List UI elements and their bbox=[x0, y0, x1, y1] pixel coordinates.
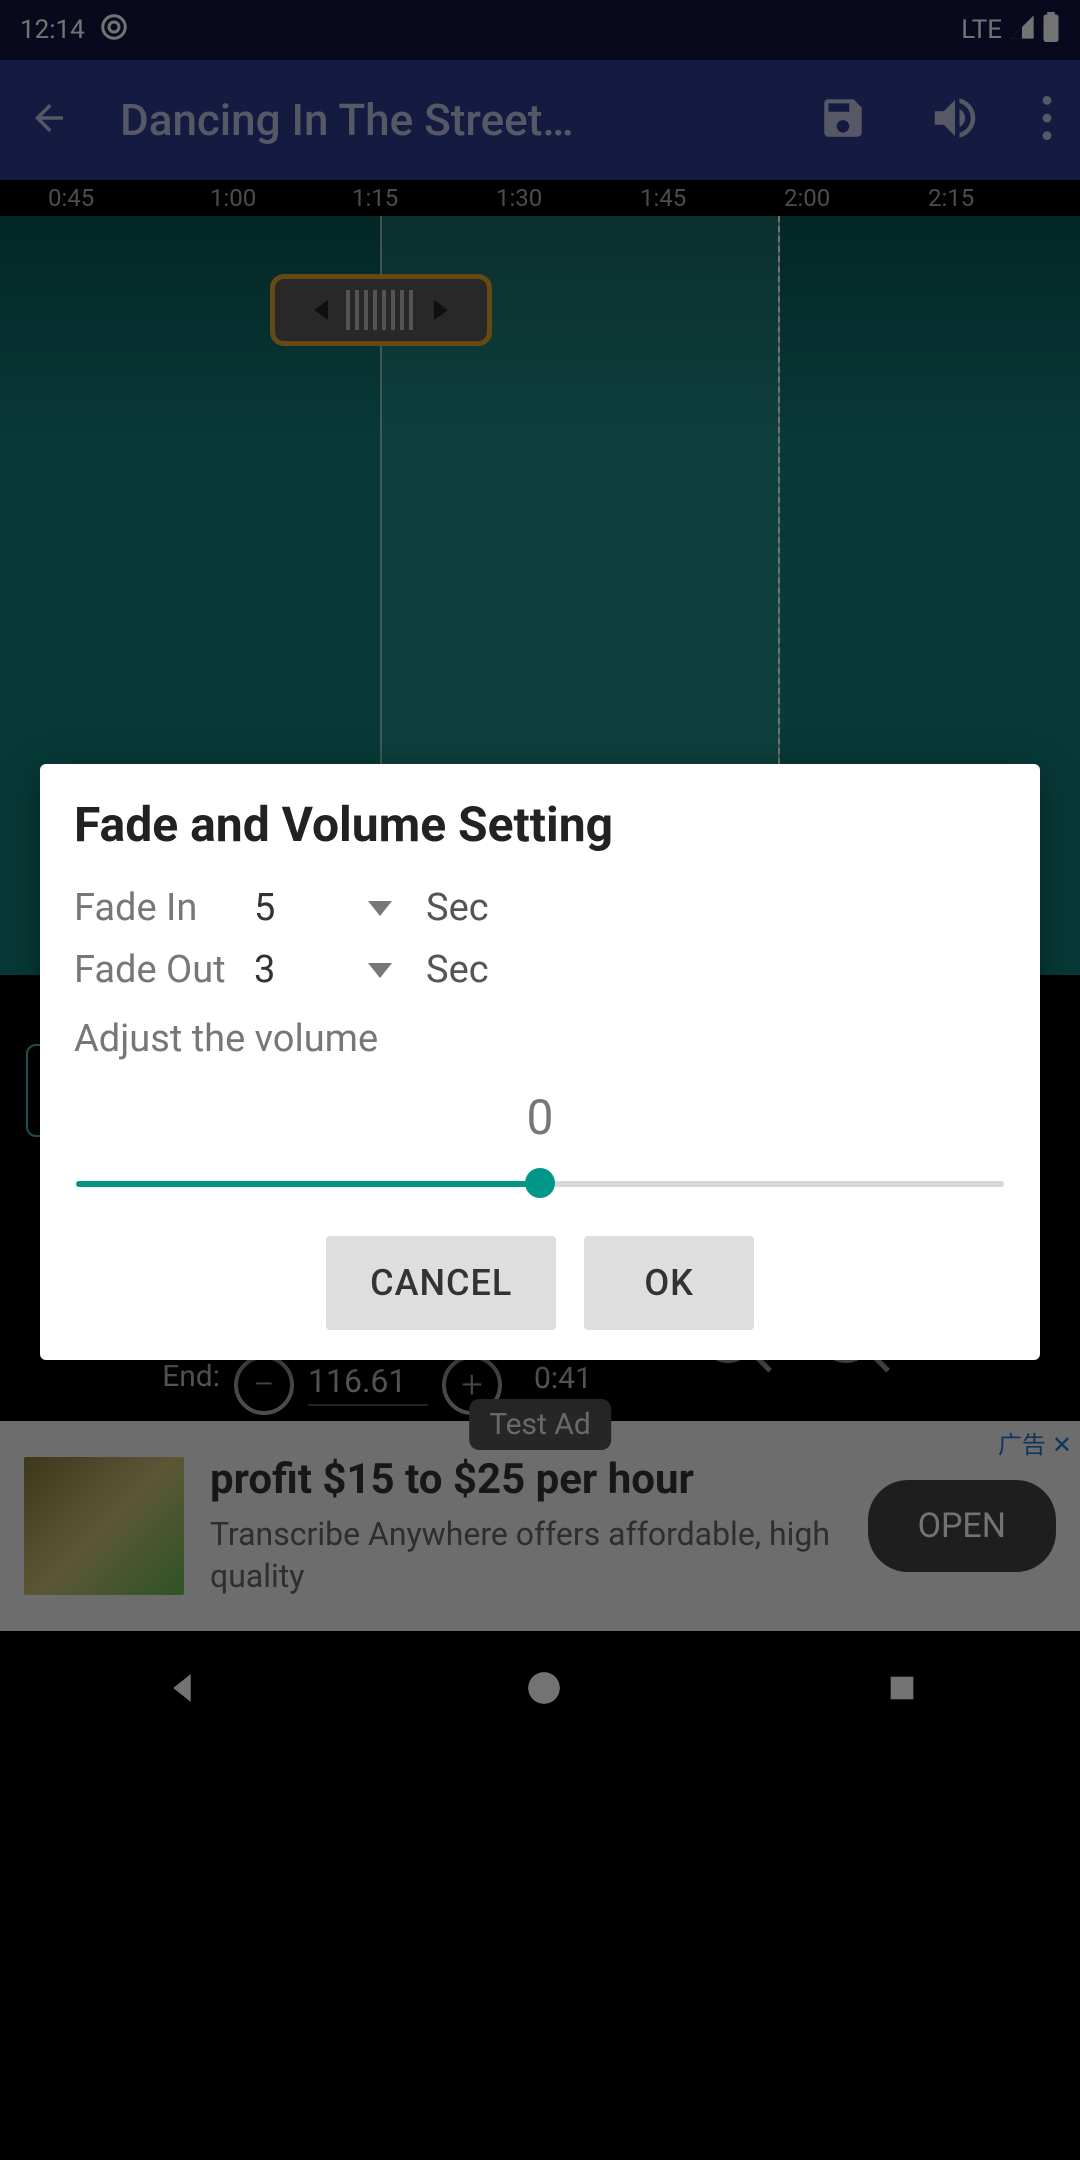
adjust-volume-label: Adjust the volume bbox=[74, 1017, 1006, 1061]
volume-value: 0 bbox=[74, 1089, 1006, 1146]
fade-out-label: Fade Out bbox=[74, 948, 254, 992]
fade-in-label: Fade In bbox=[74, 886, 254, 930]
dialog-title: Fade and Volume Setting bbox=[74, 796, 1006, 853]
slider-thumb[interactable] bbox=[525, 1168, 555, 1198]
fade-out-row: Fade Out 3 Sec bbox=[74, 939, 1006, 1001]
fade-in-dropdown[interactable] bbox=[350, 901, 410, 916]
chevron-down-icon bbox=[368, 901, 392, 916]
fade-volume-dialog: Fade and Volume Setting Fade In 5 Sec Fa… bbox=[40, 764, 1040, 1360]
cancel-button[interactable]: CANCEL bbox=[326, 1236, 556, 1330]
ok-button[interactable]: OK bbox=[584, 1236, 754, 1330]
chevron-down-icon bbox=[368, 963, 392, 978]
fade-in-row: Fade In 5 Sec bbox=[74, 877, 1006, 939]
fade-in-unit: Sec bbox=[426, 886, 489, 930]
volume-slider[interactable] bbox=[76, 1166, 1004, 1200]
fade-out-dropdown[interactable] bbox=[350, 963, 410, 978]
slider-fill bbox=[76, 1181, 540, 1187]
fade-out-unit: Sec bbox=[426, 948, 489, 992]
fade-out-value[interactable]: 3 bbox=[254, 948, 350, 992]
fade-in-value[interactable]: 5 bbox=[254, 886, 350, 930]
